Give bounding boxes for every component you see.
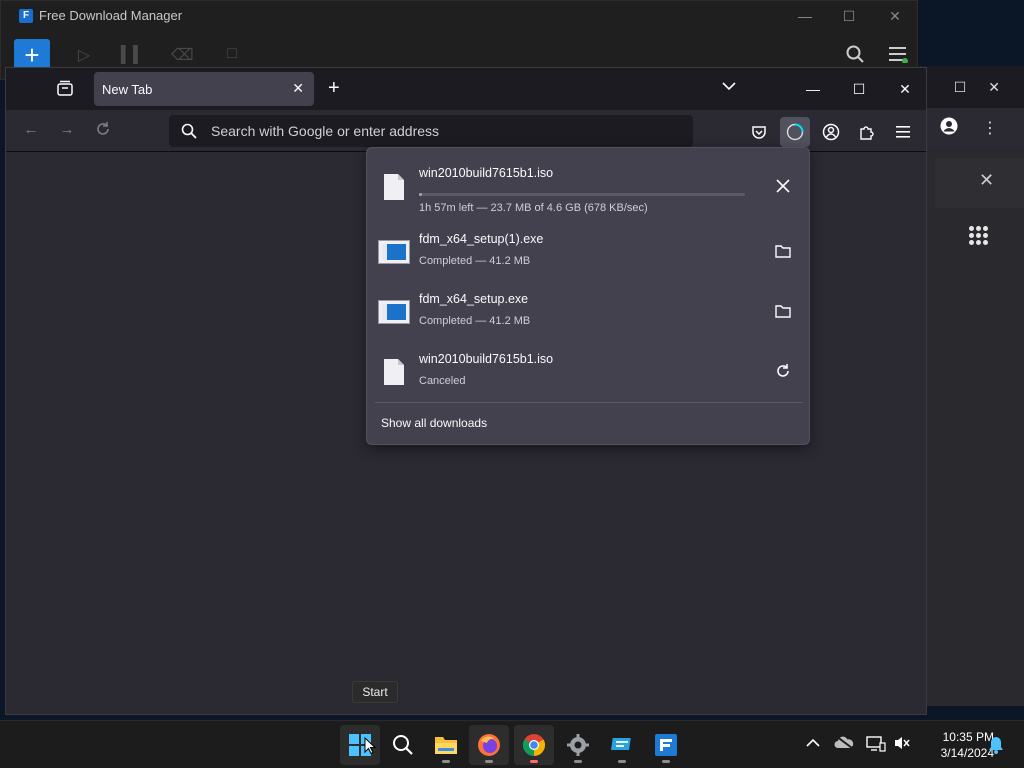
onedrive-icon[interactable] (834, 735, 854, 755)
bg-panel-close-icon[interactable]: ✕ (979, 170, 994, 191)
fdm-folder-icon[interactable]: □ (221, 45, 243, 67)
volume-muted-icon[interactable] (892, 735, 912, 755)
fdm-icon (655, 734, 677, 756)
exe-icon (378, 240, 410, 264)
list-all-tabs-icon[interactable] (722, 78, 736, 94)
pocket-icon[interactable] (744, 117, 774, 147)
fdm-pause-icon[interactable]: ▍▍ (121, 45, 146, 67)
tab-close-icon[interactable]: ✕ (292, 80, 304, 97)
nav-bar: ← → (6, 110, 926, 152)
fdm-close-button[interactable]: ✕ (875, 5, 915, 27)
taskbar-chrome[interactable] (514, 725, 554, 765)
fdm-title: Free Download Manager (39, 8, 183, 23)
chrome-icon (523, 734, 545, 756)
system-clock[interactable]: 10:35 PM 3/14/2024 (918, 729, 994, 761)
download-status: Completed — 41.2 MB (419, 315, 531, 327)
download-status: Completed — 41.2 MB (419, 255, 531, 267)
notification-bell-icon[interactable] (988, 736, 1004, 759)
folder-icon (435, 737, 457, 754)
fdm-search-icon[interactable] (846, 45, 864, 68)
download-status: 1h 57m left — 23.7 MB of 4.6 GB (678 KB/… (419, 202, 648, 214)
downloads-icon[interactable] (780, 117, 810, 147)
download-status: Canceled (419, 375, 466, 387)
start-tooltip: Start (352, 681, 398, 703)
bg-close-icon[interactable]: ✕ (988, 79, 1000, 96)
retry-icon[interactable] (769, 357, 797, 385)
tab-new-tab[interactable]: New Tab ✕ (94, 72, 314, 106)
cancel-icon[interactable] (769, 172, 797, 200)
clock-time: 10:35 PM (942, 730, 994, 744)
download-filename: win2010build7615b1.iso (419, 352, 554, 366)
apps-grid-icon[interactable] (969, 226, 991, 248)
menu-icon[interactable] (888, 117, 918, 147)
tab-title: New Tab (102, 81, 153, 97)
download-item[interactable]: win2010build7615b1.iso Canceled (367, 342, 809, 402)
bg-maximize-icon[interactable]: ☐ (954, 79, 967, 96)
download-filename: win2010build7615b1.iso (419, 166, 554, 180)
network-icon[interactable] (866, 735, 886, 755)
fdm-logo-icon: F (19, 8, 33, 23)
search-icon (181, 123, 197, 139)
fdm-delete-icon[interactable]: ⌫ (171, 45, 194, 67)
folder-icon[interactable] (769, 237, 797, 265)
app-window-icon (611, 738, 631, 750)
downloads-panel: win2010build7615b1.iso 1h 57m left — 23.… (366, 147, 810, 445)
bg-more-icon[interactable]: ⋮ (982, 118, 998, 138)
account-icon[interactable] (816, 117, 846, 147)
folder-icon[interactable] (769, 297, 797, 325)
taskbar-app[interactable] (602, 725, 642, 765)
firefox-icon (478, 734, 500, 756)
firefox-view-icon[interactable] (56, 80, 74, 100)
back-icon[interactable]: ← (20, 121, 42, 143)
mouse-cursor-icon (364, 737, 376, 755)
fdm-maximize-button[interactable]: ☐ (829, 5, 869, 27)
download-progress-bar (419, 193, 745, 196)
taskbar-settings[interactable] (558, 725, 598, 765)
taskbar-search-button[interactable] (383, 725, 423, 765)
close-button[interactable]: ✕ (882, 76, 928, 102)
download-filename: fdm_x64_setup.exe (419, 292, 529, 306)
url-bar[interactable] (169, 115, 693, 147)
minimize-button[interactable]: — (790, 76, 836, 102)
download-item[interactable]: fdm_x64_setup.exe Completed — 41.2 MB (367, 282, 809, 342)
gear-icon (567, 734, 589, 756)
file-icon (384, 359, 404, 385)
fdm-menu-icon[interactable] (888, 45, 908, 68)
show-hidden-icons-icon[interactable] (803, 735, 823, 755)
taskbar-firefox[interactable] (469, 725, 509, 765)
reload-icon[interactable] (92, 121, 114, 143)
search-icon (393, 735, 413, 755)
show-all-downloads-link[interactable]: Show all downloads (381, 416, 487, 430)
download-filename: fdm_x64_setup(1).exe (419, 232, 544, 246)
taskbar-file-explorer[interactable] (426, 725, 466, 765)
taskbar-fdm[interactable] (646, 725, 686, 765)
download-item[interactable]: fdm_x64_setup(1).exe Completed — 41.2 MB (367, 222, 809, 282)
background-browser-window: ☐ ✕ ⋮ ✕ (920, 66, 1024, 706)
extensions-icon[interactable] (852, 117, 882, 147)
download-item[interactable]: win2010build7615b1.iso 1h 57m left — 23.… (367, 156, 809, 216)
url-input[interactable] (211, 123, 651, 139)
bg-account-icon[interactable] (940, 117, 958, 140)
taskbar: 10:35 PM 3/14/2024 (0, 720, 1024, 768)
tab-strip: New Tab ✕ + — ☐ ✕ (6, 68, 926, 110)
fdm-play-icon[interactable]: ▷ (73, 45, 95, 67)
maximize-button[interactable]: ☐ (836, 76, 882, 102)
clock-date: 3/14/2024 (940, 746, 994, 760)
forward-icon[interactable]: → (56, 121, 78, 143)
fdm-titlebar: F Free Download Manager (19, 8, 182, 23)
start-button[interactable] (340, 725, 380, 765)
fdm-minimize-button[interactable]: — (785, 5, 825, 27)
new-tab-icon[interactable]: + (328, 77, 340, 100)
exe-icon (378, 300, 410, 324)
downloads-separator (375, 402, 803, 403)
file-icon (384, 174, 404, 200)
